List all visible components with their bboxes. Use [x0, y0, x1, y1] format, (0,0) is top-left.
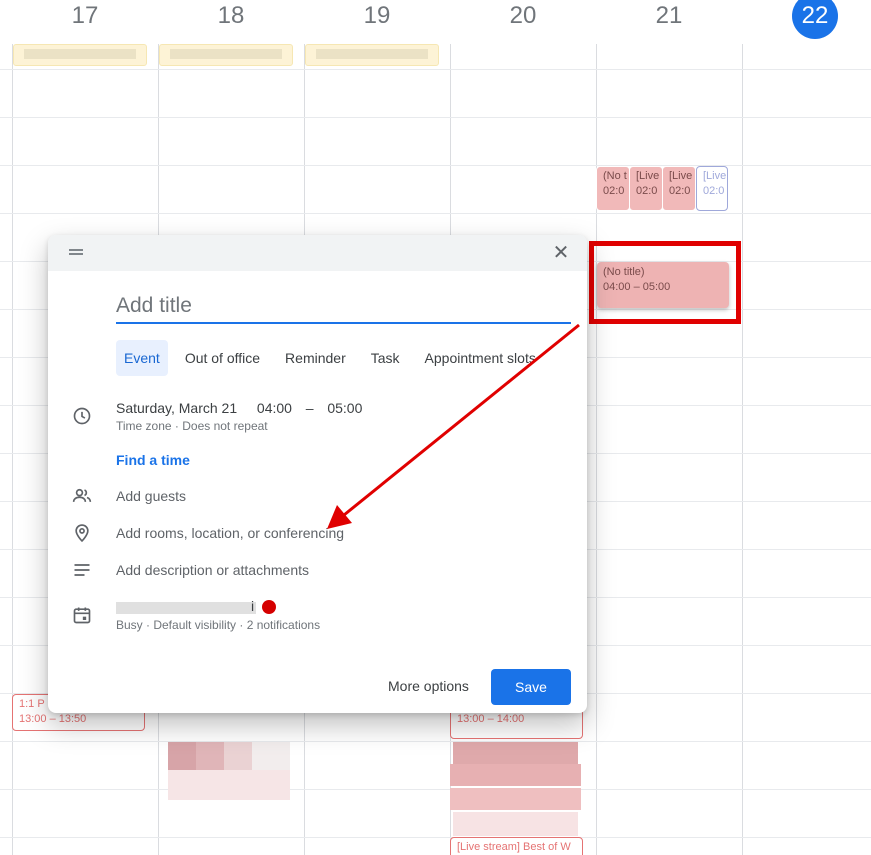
- date-picker[interactable]: Saturday, March 21: [116, 400, 237, 416]
- day-header-21[interactable]: 21: [596, 0, 742, 44]
- blurred-event: [224, 742, 252, 770]
- end-time[interactable]: 05:00: [327, 400, 362, 416]
- drag-handle-icon[interactable]: [69, 249, 83, 255]
- clock-icon: [73, 407, 91, 425]
- busy-visibility-notifications[interactable]: Busy · Default visibility · 2 notificati…: [116, 618, 320, 632]
- day-header-18[interactable]: 18: [158, 0, 304, 44]
- hour-line: [0, 69, 871, 70]
- blurred-event: [168, 770, 290, 800]
- dialog-header[interactable]: ✕: [48, 235, 587, 271]
- location-pin-icon: [75, 524, 89, 543]
- day-header-19[interactable]: 19: [304, 0, 450, 44]
- blurred-event: [453, 742, 578, 764]
- timezone-recurrence[interactable]: Time zone · Does not repeat: [116, 419, 268, 433]
- hour-line: [0, 741, 871, 742]
- event-type-tabs: Event Out of office Reminder Task Appoin…: [116, 340, 553, 376]
- calendar-owner-suffix: i: [251, 598, 255, 614]
- date-time-row: Saturday, March 21 04:00 – 05:00: [116, 400, 362, 416]
- tab-task[interactable]: Task: [363, 340, 408, 376]
- calendar-event[interactable]: [Live 02:0: [696, 166, 728, 211]
- add-location-field[interactable]: Add rooms, location, or conferencing: [116, 525, 344, 541]
- calendar-event[interactable]: (No t 02:0: [596, 166, 630, 211]
- hour-line: [0, 165, 871, 166]
- calendar-owner-name-redacted[interactable]: [116, 602, 256, 614]
- blurred-event: [252, 742, 290, 770]
- calendar-event[interactable]: [Live 02:0: [629, 166, 663, 211]
- hour-line: [0, 789, 871, 790]
- start-time[interactable]: 04:00: [257, 400, 292, 416]
- hour-line: [0, 213, 871, 214]
- blurred-event: [196, 742, 224, 770]
- calendar-event[interactable]: [Live stream] Best of W: [450, 837, 583, 855]
- hour-line: [0, 837, 871, 838]
- find-a-time-link[interactable]: Find a time: [116, 452, 190, 468]
- all-day-event[interactable]: [159, 44, 293, 66]
- title-input[interactable]: [116, 290, 571, 324]
- blurred-event: [450, 788, 581, 810]
- annotation-highlight-box: [589, 241, 741, 324]
- people-icon: [72, 488, 92, 502]
- hour-line: [0, 117, 871, 118]
- save-button[interactable]: Save: [491, 669, 571, 705]
- calendar-event[interactable]: [Live 02:0: [662, 166, 696, 211]
- day-header-17[interactable]: 17: [12, 0, 158, 44]
- tab-appointment-slots[interactable]: Appointment slots: [417, 340, 544, 376]
- tab-reminder[interactable]: Reminder: [277, 340, 354, 376]
- all-day-event[interactable]: [305, 44, 439, 66]
- blurred-event: [168, 742, 196, 770]
- blurred-event: [450, 764, 581, 786]
- calendar-icon: [73, 607, 91, 624]
- more-options-button[interactable]: More options: [378, 668, 479, 704]
- add-description-field[interactable]: Add description or attachments: [116, 562, 309, 578]
- event-quick-create-dialog: ✕ Event Out of office Reminder Task Appo…: [48, 235, 587, 713]
- day-header-22-today[interactable]: 22: [742, 0, 871, 44]
- description-icon: [74, 564, 90, 576]
- tab-event[interactable]: Event: [116, 340, 168, 376]
- close-icon[interactable]: ✕: [551, 243, 571, 263]
- day-header-20[interactable]: 20: [450, 0, 596, 44]
- add-guests-field[interactable]: Add guests: [116, 488, 186, 504]
- time-separator: –: [305, 400, 314, 416]
- tab-out-of-office[interactable]: Out of office: [177, 340, 268, 376]
- blurred-event: [453, 812, 578, 836]
- calendar-color-dot[interactable]: [262, 600, 276, 614]
- all-day-event[interactable]: [13, 44, 147, 66]
